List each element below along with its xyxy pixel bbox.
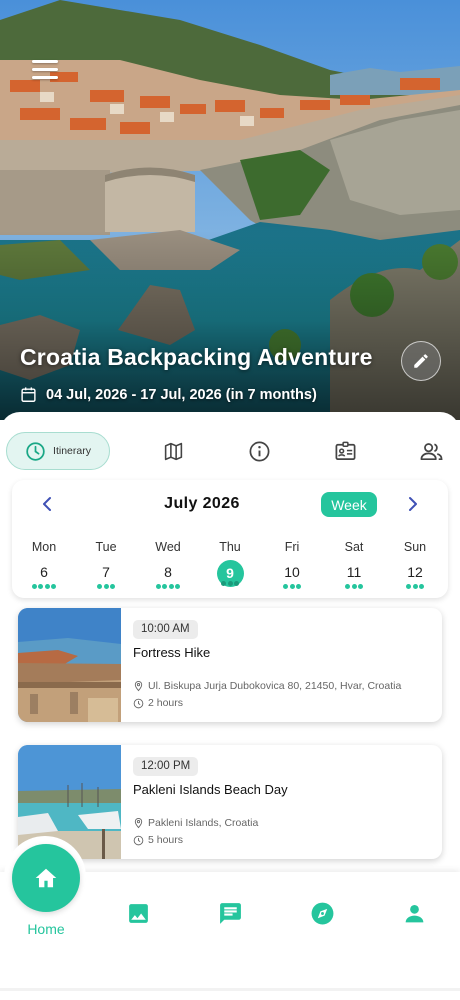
activity-dots bbox=[24, 584, 64, 590]
day-tue[interactable]: Tue 7 bbox=[86, 540, 126, 590]
activity-dots bbox=[148, 584, 188, 590]
activity-title: Fortress Hike bbox=[133, 645, 211, 660]
tab-documents[interactable] bbox=[327, 432, 363, 470]
person-icon bbox=[405, 904, 423, 922]
compass-icon bbox=[311, 902, 333, 924]
day-sun[interactable]: Sun 12 bbox=[395, 540, 435, 590]
home-button[interactable] bbox=[12, 844, 80, 912]
info-icon bbox=[249, 441, 269, 461]
week-view-button[interactable]: Week bbox=[321, 492, 377, 517]
menu-button[interactable] bbox=[32, 60, 58, 80]
activity-duration: 5 hours bbox=[133, 834, 183, 846]
day-mon[interactable]: Mon 6 bbox=[24, 540, 64, 590]
activity-time: 12:00 PM bbox=[133, 757, 199, 776]
calendar-icon bbox=[21, 387, 36, 402]
activity-title: Pakleni Islands Beach Day bbox=[133, 782, 288, 797]
chevron-left-icon bbox=[43, 497, 51, 511]
chevron-right-icon bbox=[409, 497, 417, 511]
nav-explore[interactable] bbox=[309, 900, 335, 926]
home-icon bbox=[35, 868, 57, 888]
activity-dots bbox=[210, 581, 250, 587]
edit-trip-button[interactable] bbox=[401, 341, 441, 381]
photo-icon bbox=[128, 903, 148, 923]
tab-info[interactable] bbox=[241, 432, 277, 470]
activity-duration: 2 hours bbox=[133, 697, 183, 709]
trip-dates: 04 Jul, 2026 - 17 Jul, 2026 (in 7 months… bbox=[20, 386, 317, 403]
day-sat[interactable]: Sat 11 bbox=[334, 540, 374, 590]
next-week-button[interactable] bbox=[404, 495, 420, 518]
day-thu[interactable]: Thu 9 bbox=[210, 540, 250, 587]
calendar-month: July 2026 bbox=[164, 495, 240, 512]
activity-dots bbox=[272, 584, 312, 590]
location-pin-icon bbox=[134, 817, 143, 829]
hero-banner: Croatia Backpacking Adventure 04 Jul, 20… bbox=[0, 0, 460, 420]
week-calendar: July 2026 Week Mon 6 Tue 7 Wed 8 Thu 9 F… bbox=[12, 480, 448, 598]
tab-itinerary[interactable]: Itinerary bbox=[6, 432, 110, 470]
trip-dates-text: 04 Jul, 2026 - 17 Jul, 2026 (in 7 months… bbox=[46, 386, 317, 403]
activity-dots bbox=[395, 584, 435, 590]
activity-card[interactable]: 10:00 AM Fortress Hike Ul. Biskupa Jurja… bbox=[18, 608, 442, 722]
map-icon bbox=[164, 442, 182, 460]
activity-dots bbox=[334, 584, 374, 590]
clock-icon bbox=[133, 698, 144, 708]
id-card-icon bbox=[335, 441, 355, 460]
nav-photos[interactable] bbox=[125, 900, 151, 926]
tab-itinerary-label: Itinerary bbox=[53, 445, 91, 457]
activity-location: Pakleni Islands, Croatia bbox=[133, 817, 258, 829]
clock-icon bbox=[133, 835, 144, 845]
activity-card[interactable]: 12:00 PM Pakleni Islands Beach Day Pakle… bbox=[18, 745, 442, 859]
clock-icon bbox=[26, 441, 45, 461]
trip-title: Croatia Backpacking Adventure bbox=[20, 344, 373, 370]
app-screen: Croatia Backpacking Adventure 04 Jul, 20… bbox=[0, 0, 460, 1000]
people-icon bbox=[420, 442, 442, 460]
tab-travelers[interactable] bbox=[413, 432, 449, 470]
activity-location: Ul. Biskupa Jurja Dubokovica 80, 21450, … bbox=[133, 680, 401, 692]
day-wed[interactable]: Wed 8 bbox=[148, 540, 188, 590]
trip-tabs: Itinerary bbox=[0, 432, 460, 470]
home-label: Home bbox=[27, 921, 65, 937]
prev-week-button[interactable] bbox=[40, 495, 56, 518]
pencil-icon bbox=[414, 354, 428, 368]
chat-icon bbox=[219, 902, 241, 924]
activity-dots bbox=[86, 584, 126, 590]
home-indicator-area bbox=[0, 988, 460, 991]
activity-photo bbox=[18, 608, 121, 722]
day-fri[interactable]: Fri 10 bbox=[272, 540, 312, 590]
menu-icon bbox=[32, 60, 58, 63]
nav-profile[interactable] bbox=[401, 900, 427, 926]
tab-map[interactable] bbox=[155, 432, 191, 470]
activity-time: 10:00 AM bbox=[133, 620, 198, 639]
calendar-header: July 2026 Week bbox=[12, 492, 448, 518]
nav-chat[interactable] bbox=[217, 900, 243, 926]
location-pin-icon bbox=[134, 680, 143, 692]
